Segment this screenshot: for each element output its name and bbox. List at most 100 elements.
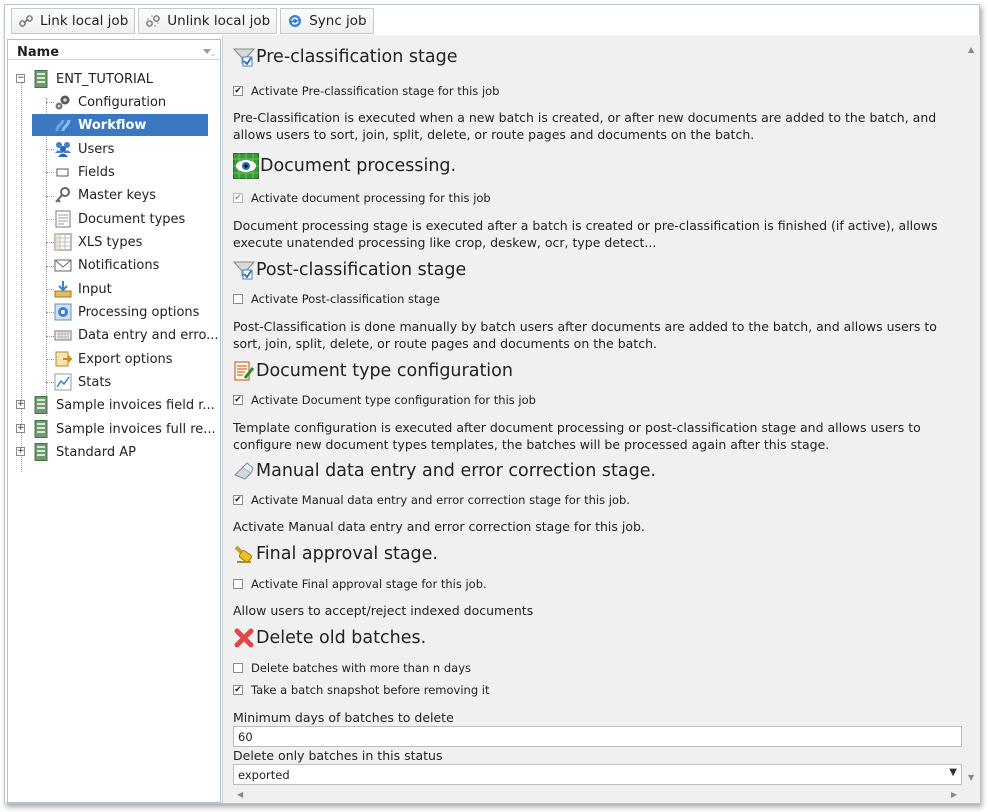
section-manual-title: Manual data entry and error correction s… [233,460,656,482]
final-activate-checkbox[interactable] [233,579,243,589]
collapse-toggle-ent-tutorial[interactable]: − [16,74,25,83]
expand-toggle-standard-ap[interactable]: + [16,447,25,456]
final-activate-checkbox-row[interactable]: Activate Final approval stage for this j… [233,577,487,591]
tree-item-master-keys[interactable]: Master keys [54,184,156,206]
delete-batches-checkbox-row[interactable]: Delete batches with more than n days [233,661,471,675]
tree-item-processing-options[interactable]: Processing options [54,301,199,323]
eraser-icon [233,460,255,482]
section-title-text: Document processing. [260,156,457,176]
delete-batches-label: Delete batches with more than n days [251,661,472,675]
section-title-text: Document type configuration [256,361,513,381]
postclass-activate-checkbox[interactable] [233,294,243,304]
sync-job-button[interactable]: Sync job [280,8,374,34]
tree-node-ent-tutorial[interactable]: ENT_TUTORIAL [32,68,153,90]
tree-item-fields[interactable]: Fields [54,161,115,183]
preclass-activate-checkbox[interactable]: ✔ [233,86,243,96]
doctype-activate-checkbox-row[interactable]: ✔ Activate Document type configuration f… [233,393,536,407]
link-local-job-button[interactable]: Link local job [11,8,136,34]
manual-description: Activate Manual data entry and error cor… [233,519,645,534]
tree-item-data-entry[interactable]: Data entry and erro... [54,324,219,346]
tree-body: − ENT_TUTORIAL Configuration Workflow Us… [8,60,219,480]
preclass-activate-checkbox-row[interactable]: ✔ Activate Pre-classification stage for … [233,84,499,98]
tree-header-label: Name [17,45,60,60]
eye-scan-icon [233,153,259,179]
tree-item-xls-types[interactable]: XLS types [54,231,142,253]
document-edit-icon [233,360,255,382]
preclass-description: Pre-Classification is executed when a ne… [233,110,937,142]
export-icon [54,350,72,368]
expand-toggle-sample-invoices-field[interactable]: + [16,400,25,409]
tree-item-stats[interactable]: Stats [54,371,111,393]
status-filter-select[interactable]: exported ▼ [233,764,962,785]
manual-activate-label: Activate Manual data entry and error cor… [251,493,630,507]
doctype-activate-label: Activate Document type configuration for… [251,393,536,407]
unlink-local-job-button[interactable]: Unlink local job [138,8,278,34]
tree-item-export-options[interactable]: Export options [54,348,173,370]
vertical-scrollbar[interactable]: ▲ ▼ [964,35,980,787]
snapshot-label: Take a batch snapshot before removing it [251,683,490,697]
delete-batches-checkbox[interactable] [233,663,243,673]
toolbar: Link local job Unlink local job Sync job [11,8,374,35]
delete-x-icon [233,627,255,649]
workflow-icon [54,116,72,134]
manual-activate-checkbox-row[interactable]: ✔ Activate Manual data entry and error c… [233,493,630,507]
section-preclassification-title: Pre-classification stage [233,46,457,68]
docproc-activate-checkbox: ✔ [233,192,243,203]
expand-toggle-sample-invoices-full[interactable]: + [16,424,25,433]
key-icon [54,186,72,204]
scroll-left-icon[interactable]: ◀ [237,790,243,799]
postclass-description: Post-Classification is done manually by … [233,319,937,351]
scroll-up-icon[interactable]: ▲ [968,45,974,54]
tree-item-label: Users [78,141,115,157]
doctype-description: Template configuration is executed after… [233,420,921,452]
stamp-icon [233,543,255,565]
section-title-text: Manual data entry and error correction s… [256,461,657,481]
scroll-down-icon[interactable]: ▼ [968,773,974,782]
tree-item-input[interactable]: Input [54,278,112,300]
horizontal-scrollbar[interactable]: ◀ ▶ [223,787,965,803]
tree-item-label: Notifications [78,257,160,273]
tree-item-label: XLS types [78,234,143,250]
server-icon [32,70,50,88]
users-icon [54,140,72,158]
preclass-activate-label: Activate Pre-classification stage for th… [251,84,500,98]
server-icon [32,396,50,414]
status-filter-value: exported [238,768,290,782]
tree-item-configuration[interactable]: Configuration [54,91,166,113]
snapshot-checkbox-row[interactable]: ✔ Take a batch snapshot before removing … [233,683,490,697]
snapshot-checkbox[interactable]: ✔ [233,685,243,695]
document-types-icon [54,210,72,228]
server-icon [32,420,50,438]
manual-activate-checkbox[interactable]: ✔ [233,495,243,505]
tree-item-workflow[interactable]: Workflow [32,114,208,136]
tree-node-sample-invoices-field[interactable]: Sample invoices field r... [32,394,215,416]
tree-item-label: Export options [78,351,173,367]
tree-item-label: Workflow [78,117,147,133]
min-days-input[interactable]: 60 [233,726,962,747]
sync-job-label: Sync job [309,13,367,29]
tree-item-label: Input [78,281,112,297]
docproc-description: Document processing stage is executed af… [233,218,938,250]
workflow-settings-pane: Pre-classification stage ✔ Activate Pre-… [222,35,980,803]
app-window: Link local job Unlink local job Sync job… [4,4,980,804]
tree-item-notifications[interactable]: Notifications [54,254,159,276]
section-doctype-title: Document type configuration [233,360,513,382]
tree-node-label: Sample invoices full re... [56,421,216,437]
section-title-text: Pre-classification stage [256,47,458,67]
docproc-activate-label: Activate document processing for this jo… [251,191,491,205]
section-docproc-title: Document processing. [233,153,456,179]
postclass-activate-checkbox-row[interactable]: Activate Post-classification stage [233,292,440,306]
min-days-label: Minimum days of batches to delete [233,710,454,725]
section-title-text: Final approval stage. [256,544,438,564]
tree-node-standard-ap[interactable]: Standard AP [32,441,136,463]
tree-node-sample-invoices-full[interactable]: Sample invoices full re... [32,418,216,440]
sort-icon[interactable] [202,46,216,61]
chevron-down-icon: ▼ [949,767,957,778]
doctype-activate-checkbox[interactable]: ✔ [233,395,243,405]
tree-header[interactable]: Name [8,40,220,60]
tree-item-users[interactable]: Users [54,138,114,160]
tree-item-document-types[interactable]: Document types [54,208,185,230]
section-postclassification-title: Post-classification stage [233,259,466,281]
funnel-icon [233,46,255,68]
scroll-right-icon[interactable]: ▶ [951,790,957,799]
